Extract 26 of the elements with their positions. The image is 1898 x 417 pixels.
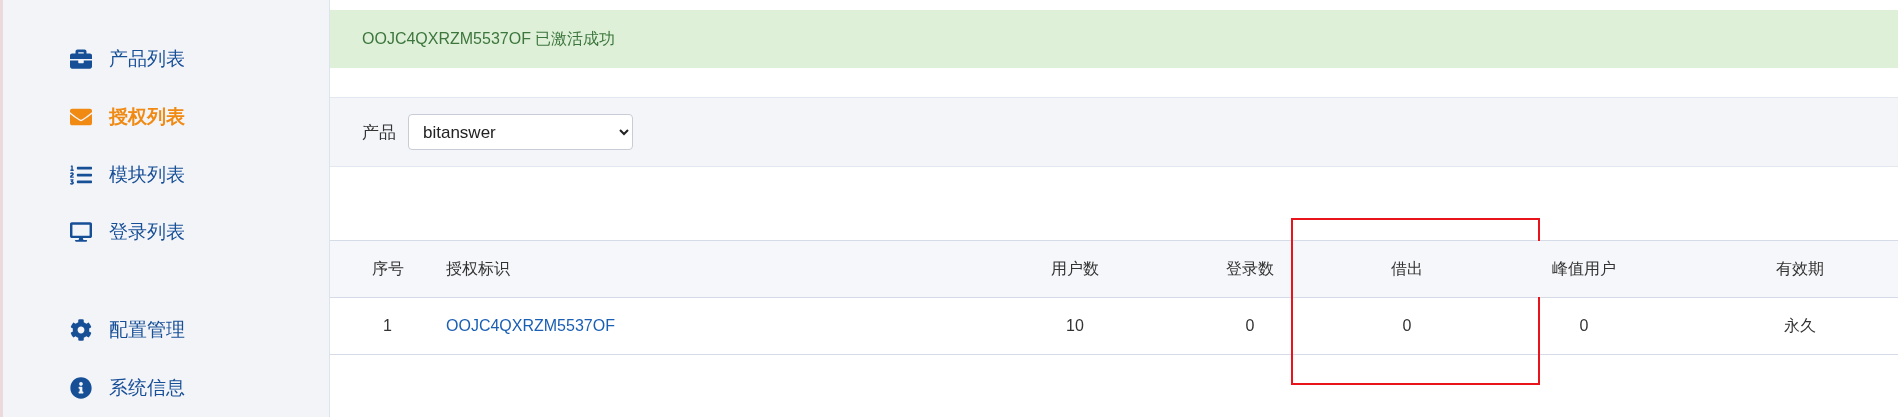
- briefcase-icon: [70, 47, 92, 70]
- table-cell: 0: [1467, 297, 1701, 355]
- table-cell: 1: [330, 297, 445, 355]
- numbered-list-icon: [70, 163, 92, 186]
- column-header: 授权标识: [445, 240, 997, 298]
- table-cell: 永久: [1701, 297, 1898, 355]
- product-select[interactable]: bitanswer: [408, 114, 633, 150]
- success-alert: OOJC4QXRZM5537OF 已激活成功: [330, 10, 1898, 68]
- license-link[interactable]: OOJC4QXRZM5537OF: [446, 317, 615, 334]
- sidebar-item[interactable]: 登录列表: [69, 203, 185, 262]
- sidebar-item[interactable]: 模块列表: [69, 145, 185, 204]
- settings-icon: [70, 319, 92, 342]
- column-header: 用户数: [997, 240, 1153, 298]
- sidebar-item[interactable]: 系统信息: [69, 359, 185, 417]
- column-header: 峰值用户: [1467, 240, 1701, 298]
- column-header: 登录数: [1153, 240, 1347, 298]
- table-cell: 10: [997, 297, 1153, 355]
- table-cell: 0: [1153, 297, 1347, 355]
- info-icon: [70, 377, 92, 400]
- column-header: 序号: [330, 240, 445, 298]
- product-label: 产品: [362, 121, 396, 144]
- column-header: 有效期: [1701, 240, 1898, 298]
- sidebar-item[interactable]: 配置管理: [69, 301, 185, 360]
- monitor-icon: [70, 221, 92, 244]
- sidebar-item[interactable]: 产品列表: [69, 30, 185, 88]
- table-cell: 0: [1347, 297, 1467, 355]
